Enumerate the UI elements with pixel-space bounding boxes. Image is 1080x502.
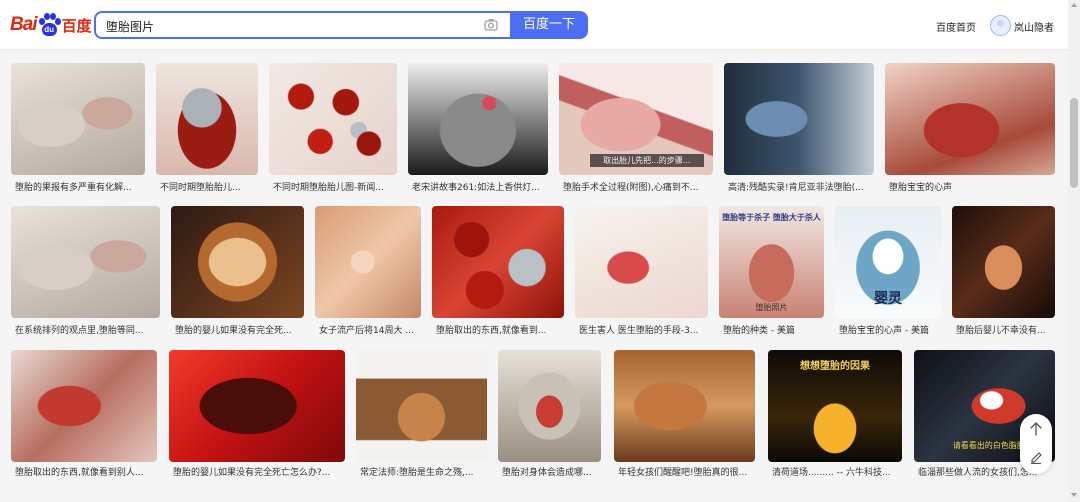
avatar-icon[interactable] — [990, 15, 1011, 36]
result-thumbnail[interactable] — [356, 350, 487, 462]
scrollbar-thumb[interactable] — [1070, 98, 1078, 188]
image-result-card[interactable]: 堕胎宝宝的心声 — [885, 63, 1055, 193]
scroll-up-arrow-icon[interactable] — [1071, 3, 1077, 7]
result-caption[interactable]: 高清:残酷实录!肯尼亚非法堕胎(... — [728, 180, 872, 193]
result-thumbnail[interactable]: 取出胎儿先把...的步骤... — [559, 63, 713, 175]
result-caption[interactable]: 堕胎宝宝的心声 - 美篇 — [839, 323, 939, 336]
image-result-card[interactable]: 在系统排列的观点里,堕胎等同... — [11, 206, 160, 336]
result-thumbnail[interactable] — [614, 350, 755, 462]
result-caption[interactable]: 堕胎取出的东西,就像看到... — [436, 323, 562, 336]
image-result-card[interactable]: 不同时期堕胎胎儿图-新闻... — [269, 63, 397, 193]
result-thumbnail[interactable] — [11, 63, 145, 175]
result-thumbnail[interactable]: 婴灵 — [835, 206, 941, 318]
image-result-card[interactable]: 堕胎的婴儿如果没有完全死... — [171, 206, 304, 336]
image-result-card[interactable]: 不同时期堕胎胎儿... — [156, 63, 258, 193]
result-caption[interactable]: 堕胎的种类 - 美篇 — [723, 323, 822, 336]
result-thumbnail[interactable] — [724, 63, 874, 175]
paw-icon: du — [38, 13, 61, 37]
logo-text-du: du — [41, 23, 57, 36]
result-caption[interactable]: 不同时期堕胎胎儿... — [160, 180, 256, 193]
result-caption[interactable]: 堕胎宝宝的心声 — [889, 180, 1053, 193]
image-result-card[interactable]: 堕胎的果报有多严重有化解... — [11, 63, 145, 193]
image-result-card[interactable]: 想想堕胎的因果 清荷道场......... -- 六牛科技... — [768, 350, 902, 480]
floating-tools — [1020, 414, 1052, 474]
result-thumbnail[interactable] — [156, 63, 258, 175]
result-thumbnail[interactable] — [885, 63, 1055, 175]
result-thumbnail[interactable] — [952, 206, 1055, 318]
result-caption[interactable]: 堕胎的果报有多严重有化解... — [15, 180, 143, 193]
result-caption[interactable]: 不同时期堕胎胎儿图-新闻... — [273, 180, 395, 193]
image-result-card[interactable]: 医生害人 医生堕胎的手段-3... — [575, 206, 708, 336]
result-caption[interactable]: 堕胎的婴儿如果没有完全死... — [175, 323, 302, 336]
logo-text-cn: 百度 — [61, 16, 92, 35]
result-thumbnail[interactable] — [498, 350, 601, 462]
logo-text-bai: Bai — [10, 14, 38, 35]
result-thumbnail[interactable] — [11, 206, 160, 318]
result-thumbnail[interactable] — [315, 206, 421, 318]
top-bar: Bai du 百度 百度一下 百度首页 岚山隐者 — [0, 0, 1068, 50]
image-result-card[interactable]: 年轻女孩们醒醒吧!堕胎真的很... — [614, 350, 755, 480]
result-caption[interactable]: 医生害人 医生堕胎的手段-3... — [579, 323, 706, 336]
result-caption[interactable]: 堕胎后婴儿不幸没有... — [956, 323, 1053, 336]
image-result-card[interactable]: 高清:残酷实录!肯尼亚非法堕胎(... — [724, 63, 874, 193]
image-result-card[interactable]: 婴灵 堕胎宝宝的心声 - 美篇 — [835, 206, 941, 336]
camera-icon[interactable] — [484, 18, 498, 31]
result-caption[interactable]: 堕胎的婴儿如果没有完全死亡怎么办?... — [173, 465, 343, 478]
result-thumbnail[interactable] — [11, 350, 157, 462]
result-caption[interactable]: 清荷道场......... -- 六牛科技... — [772, 465, 900, 478]
image-result-card[interactable]: 常定法师:堕胎是生命之殇,... — [356, 350, 487, 480]
search-button[interactable]: 百度一下 — [510, 11, 588, 39]
result-thumbnail[interactable] — [269, 63, 397, 175]
thumbnail-overlay-text: 堕胎照片 — [755, 303, 788, 312]
search-input[interactable] — [106, 16, 466, 36]
result-thumbnail[interactable] — [169, 350, 345, 462]
result-caption[interactable]: 堕胎取出的东西,就像看到别人... — [15, 465, 155, 478]
vertical-scrollbar[interactable] — [1068, 0, 1080, 502]
result-thumbnail[interactable] — [171, 206, 304, 318]
result-thumbnail[interactable]: 堕胎等于杀子 堕胎大于杀人 堕胎照片 — [719, 206, 824, 318]
baidu-home-link[interactable]: 百度首页 — [936, 19, 976, 34]
result-caption[interactable]: 女子流产后将14周大 ... — [319, 323, 419, 336]
result-caption[interactable]: 堕胎手术全过程(附图),心痛到不... — [563, 180, 711, 193]
image-result-card[interactable]: 堕胎等于杀子 堕胎大于杀人 堕胎照片 堕胎的种类 - 美篇 — [719, 206, 824, 336]
arrow-up-icon[interactable] — [1030, 422, 1042, 436]
username-link[interactable]: 岚山隐者 — [1014, 19, 1054, 34]
image-result-card[interactable]: 堕胎取出的东西,就像看到... — [432, 206, 564, 336]
thumbnail-overlay-text: 取出胎儿先把...的步骤... — [589, 154, 704, 167]
image-result-card[interactable]: 堕胎对身体会造成哪... — [498, 350, 601, 480]
result-thumbnail[interactable] — [432, 206, 564, 318]
image-result-card[interactable]: 堕胎取出的东西,就像看到别人... — [11, 350, 157, 480]
result-thumbnail[interactable] — [575, 206, 708, 318]
thumbnail-overlay-text: 婴灵 — [874, 291, 902, 307]
image-result-card[interactable]: 女子流产后将14周大 ... — [315, 206, 421, 336]
thumbnail-overlay-text: 想想堕胎的因果 — [800, 361, 870, 372]
search-box — [94, 11, 510, 39]
image-result-card[interactable]: 堕胎后婴儿不幸没有... — [952, 206, 1055, 336]
baidu-logo[interactable]: Bai du 百度 — [10, 12, 92, 38]
edit-icon[interactable] — [1030, 450, 1042, 464]
image-results-grid: 堕胎的果报有多严重有化解... 不同时期堕胎胎儿... 不同时期堕胎胎儿图-新闻… — [0, 51, 1068, 502]
result-thumbnail[interactable]: 想想堕胎的因果 — [768, 350, 902, 462]
result-caption[interactable]: 在系统排列的观点里,堕胎等同... — [15, 323, 158, 336]
result-caption[interactable]: 堕胎对身体会造成哪... — [502, 465, 599, 478]
image-result-card[interactable]: 取出胎儿先把...的步骤... 堕胎手术全过程(附图),心痛到不... — [559, 63, 713, 193]
result-caption[interactable]: 年轻女孩们醒醒吧!堕胎真的很... — [618, 465, 753, 478]
scroll-down-arrow-icon[interactable] — [1071, 493, 1077, 497]
result-thumbnail[interactable] — [408, 63, 548, 175]
thumbnail-overlay-text: 堕胎等于杀子 堕胎大于杀人 — [722, 213, 821, 222]
image-result-card[interactable]: 老宋讲故事261:如法上香供灯... — [408, 63, 548, 193]
result-caption[interactable]: 常定法师:堕胎是生命之殇,... — [360, 465, 485, 478]
image-result-card[interactable]: 堕胎的婴儿如果没有完全死亡怎么办?... — [169, 350, 345, 480]
result-caption[interactable]: 老宋讲故事261:如法上香供灯... — [412, 180, 546, 193]
